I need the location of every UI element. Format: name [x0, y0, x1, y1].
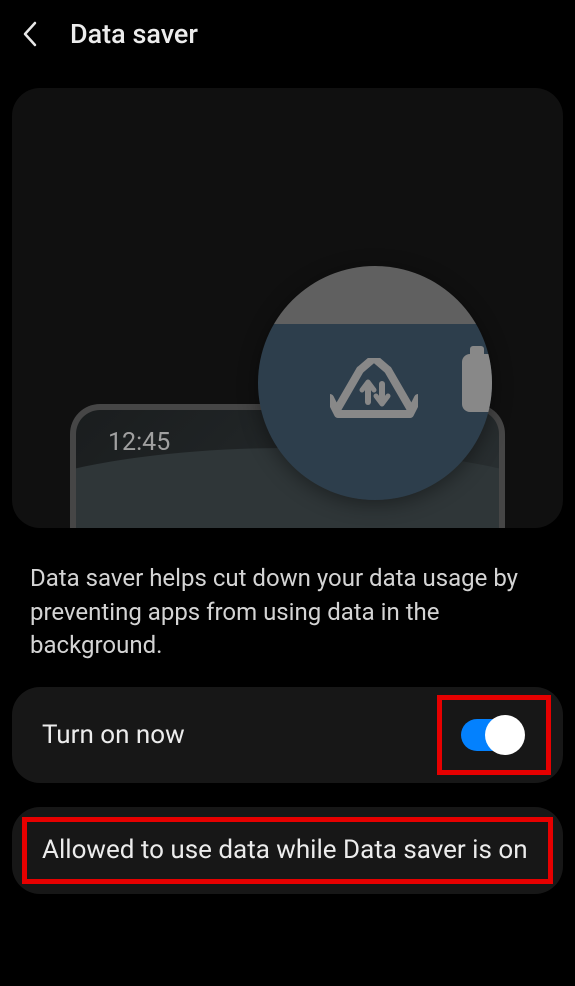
turn-on-now-row[interactable]: Turn on now: [12, 687, 563, 783]
data-saver-icon: [330, 358, 418, 434]
data-saver-toggle[interactable]: [461, 719, 523, 751]
page-title: Data saver: [70, 18, 198, 50]
toggle-knob: [485, 715, 525, 755]
allowed-apps-label: Allowed to use data while Data saver is …: [42, 833, 533, 868]
header: Data saver: [0, 0, 575, 68]
illustration-card: 12:45: [12, 88, 563, 528]
magnifier-circle: [258, 266, 492, 500]
toggle-highlight-box: [441, 713, 533, 757]
turn-on-now-label: Turn on now: [42, 720, 185, 750]
description-text: Data saver helps cut down your data usag…: [0, 548, 575, 687]
battery-icon: [462, 354, 492, 412]
allowed-apps-row[interactable]: Allowed to use data while Data saver is …: [12, 807, 563, 894]
phone-time-label: 12:45: [108, 428, 170, 457]
back-icon[interactable]: [20, 19, 40, 49]
